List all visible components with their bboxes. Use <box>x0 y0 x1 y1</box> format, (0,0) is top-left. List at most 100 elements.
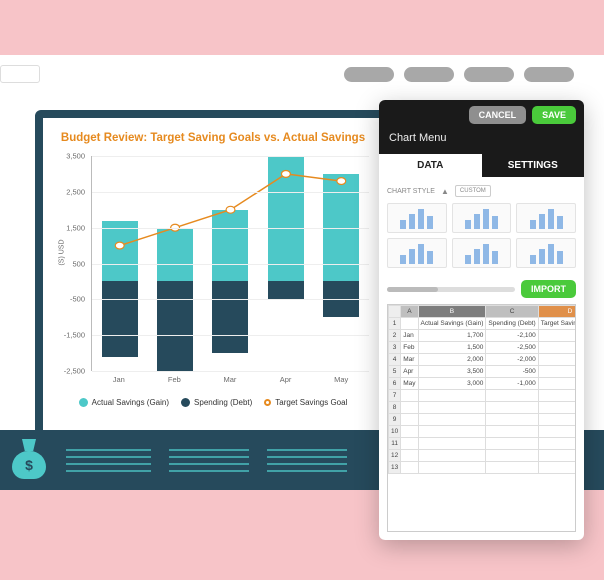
cell[interactable]: -1,000 <box>486 378 538 390</box>
import-button[interactable]: IMPORT <box>521 280 576 298</box>
pill-button[interactable] <box>344 67 394 82</box>
row-num[interactable]: 5 <box>389 366 401 378</box>
data-sheet[interactable]: ABCD 1 Actual Savings (Gain)Spending (Debt… <box>387 304 576 532</box>
cell[interactable] <box>538 450 576 462</box>
cell[interactable]: 3,000 <box>538 378 576 390</box>
footer-lines <box>66 449 151 472</box>
cell[interactable] <box>418 426 486 438</box>
cell[interactable]: Jan <box>401 330 418 342</box>
cell[interactable] <box>418 414 486 426</box>
col-letter[interactable]: D <box>538 306 576 318</box>
cell[interactable]: Apr <box>401 366 418 378</box>
cell[interactable] <box>538 402 576 414</box>
cell[interactable]: -2,500 <box>486 342 538 354</box>
cell[interactable]: 2,000 <box>538 342 576 354</box>
panel-header: CANCEL SAVE Chart Menu <box>379 100 584 154</box>
cell[interactable]: 2,000 <box>418 354 486 366</box>
small-input[interactable] <box>0 65 40 83</box>
cell[interactable]: Feb <box>401 342 418 354</box>
cell[interactable] <box>538 426 576 438</box>
row-num[interactable]: 12 <box>389 450 401 462</box>
bar-gain <box>157 228 193 282</box>
cell[interactable] <box>401 450 418 462</box>
header-cell[interactable]: Spending (Debt) <box>486 318 538 330</box>
cell[interactable] <box>486 390 538 402</box>
cell[interactable] <box>486 402 538 414</box>
row-num[interactable]: 3 <box>389 342 401 354</box>
row-num[interactable]: 1 <box>389 318 401 330</box>
row-num[interactable]: 8 <box>389 402 401 414</box>
cancel-button[interactable]: CANCEL <box>469 106 527 124</box>
custom-style-chip[interactable]: CUSTOM <box>455 185 491 197</box>
cell[interactable]: -500 <box>486 366 538 378</box>
row-num[interactable]: 6 <box>389 378 401 390</box>
cell[interactable] <box>538 414 576 426</box>
cell[interactable]: 1,700 <box>418 330 486 342</box>
cell[interactable]: 1,500 <box>418 342 486 354</box>
cell[interactable] <box>401 414 418 426</box>
pill-button[interactable] <box>464 67 514 82</box>
style-thumb[interactable] <box>387 238 447 268</box>
cell[interactable]: 1,000 <box>538 330 576 342</box>
cell[interactable] <box>401 462 418 474</box>
cell[interactable]: May <box>401 378 418 390</box>
cell[interactable] <box>401 402 418 414</box>
save-button[interactable]: SAVE <box>532 106 576 124</box>
x-tick: Mar <box>212 375 248 384</box>
cell[interactable] <box>486 414 538 426</box>
style-thumb[interactable] <box>452 238 512 268</box>
col-letter[interactable]: B <box>418 306 486 318</box>
cell[interactable]: 3,500 <box>418 366 486 378</box>
row-num[interactable]: 10 <box>389 426 401 438</box>
pill-button[interactable] <box>524 67 574 82</box>
cell[interactable] <box>418 390 486 402</box>
tab-settings[interactable]: SETTINGS <box>482 154 585 177</box>
col-letter[interactable]: C <box>486 306 538 318</box>
row-num[interactable]: 4 <box>389 354 401 366</box>
tab-data[interactable]: DATA <box>379 154 482 177</box>
row-num[interactable]: 11 <box>389 438 401 450</box>
row-num[interactable]: 9 <box>389 414 401 426</box>
y-axis: (S) USD 3,5002,5001,500500-500-1,500-2,5… <box>53 156 87 371</box>
row-num[interactable]: 13 <box>389 462 401 474</box>
cell[interactable]: 2,000 <box>538 354 576 366</box>
panel-title: Chart Menu <box>387 130 576 144</box>
cell[interactable] <box>401 426 418 438</box>
cell[interactable] <box>401 438 418 450</box>
legend-item: Spending (Debt) <box>181 398 252 407</box>
cell[interactable] <box>401 390 418 402</box>
header-cell[interactable]: Actual Savings (Gain) <box>418 318 486 330</box>
footer-lines <box>267 449 347 472</box>
chart-style-row: CHART STYLE ▲ CUSTOM <box>387 185 576 197</box>
cell[interactable] <box>418 402 486 414</box>
cell[interactable] <box>538 462 576 474</box>
cell[interactable] <box>538 438 576 450</box>
cell[interactable] <box>418 450 486 462</box>
cell[interactable]: -2,100 <box>486 330 538 342</box>
row-num[interactable]: 7 <box>389 390 401 402</box>
pill-button[interactable] <box>404 67 454 82</box>
x-axis: JanFebMarAprMay <box>91 375 369 384</box>
cell[interactable]: Mar <box>401 354 418 366</box>
chevron-up-icon[interactable]: ▲ <box>441 187 449 196</box>
header-cell[interactable]: Target Savings Goal <box>538 318 576 330</box>
legend-label: Actual Savings (Gain) <box>92 398 169 407</box>
cell[interactable] <box>486 462 538 474</box>
style-thumb[interactable] <box>387 203 447 233</box>
cell[interactable] <box>486 426 538 438</box>
cell[interactable]: 3,000 <box>538 366 576 378</box>
cell[interactable] <box>486 438 538 450</box>
col-letter[interactable]: A <box>401 306 418 318</box>
cell[interactable] <box>418 462 486 474</box>
legend-label: Target Savings Goal <box>275 398 347 407</box>
cell[interactable] <box>538 390 576 402</box>
cell[interactable]: 3,000 <box>418 378 486 390</box>
cell[interactable] <box>418 438 486 450</box>
style-thumb[interactable] <box>516 238 576 268</box>
cell[interactable] <box>486 450 538 462</box>
cell[interactable]: -2,000 <box>486 354 538 366</box>
style-thumb[interactable] <box>452 203 512 233</box>
row-num[interactable]: 2 <box>389 330 401 342</box>
style-thumb[interactable] <box>516 203 576 233</box>
header-cell[interactable] <box>401 318 418 330</box>
